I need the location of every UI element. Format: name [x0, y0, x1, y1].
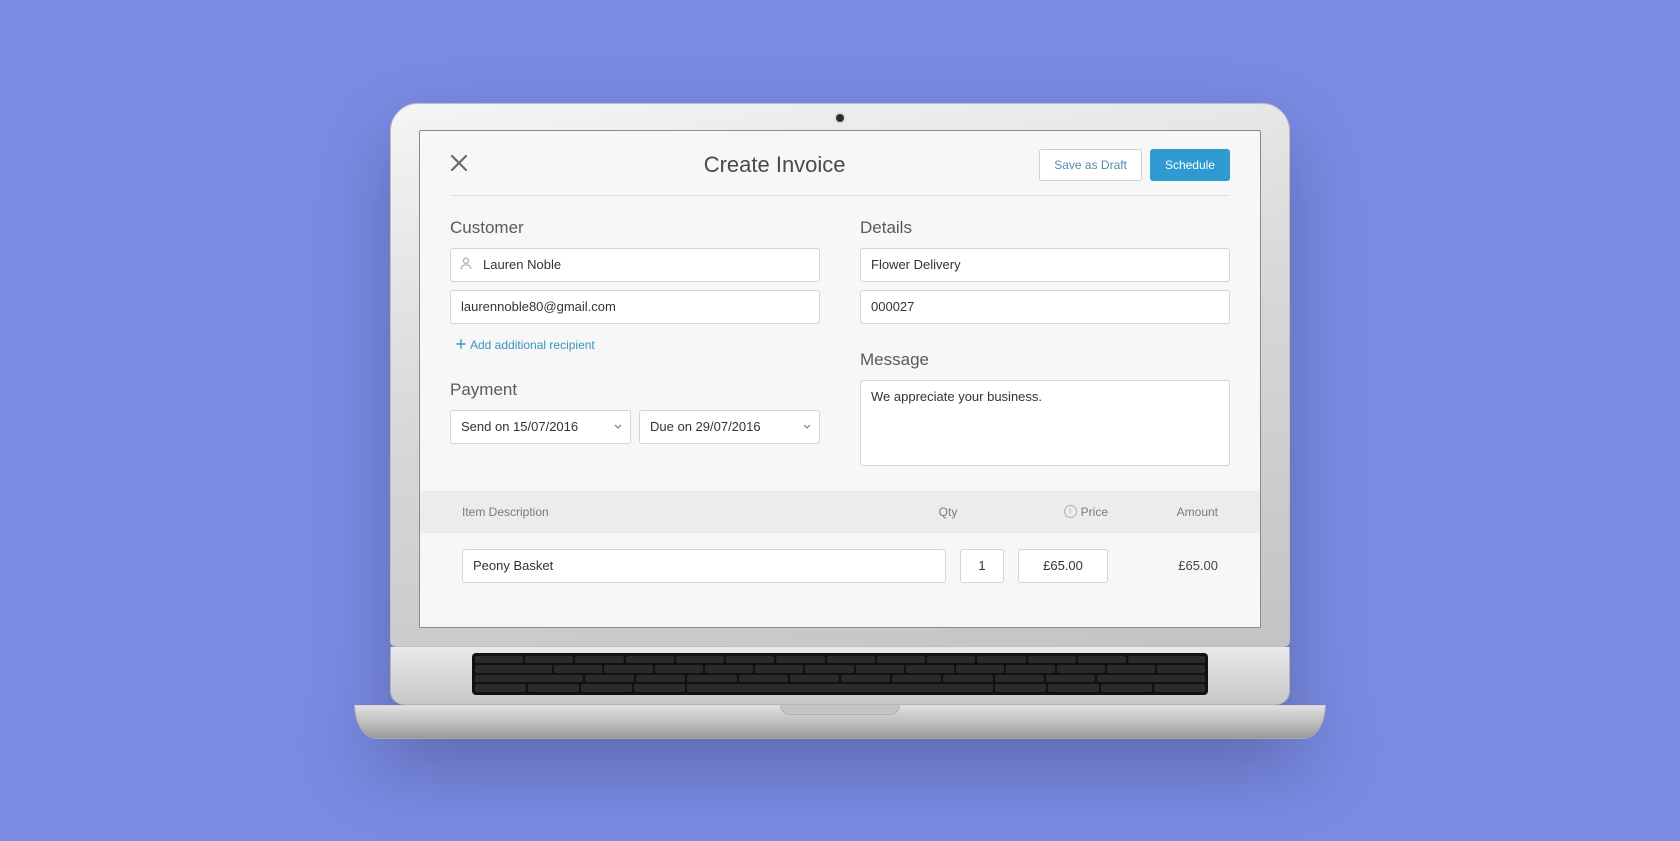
save-draft-button[interactable]: Save as Draft [1039, 149, 1142, 181]
person-icon [459, 256, 473, 273]
invoice-app: Create Invoice Save as Draft Schedule Cu… [420, 131, 1260, 627]
laptop-mockup: Create Invoice Save as Draft Schedule Cu… [390, 103, 1290, 739]
col-desc-label: Item Description [462, 505, 908, 519]
top-bar: Create Invoice Save as Draft Schedule [450, 149, 1230, 196]
send-date-select[interactable]: Send on 15/07/2016 [450, 410, 631, 444]
camera-dot [836, 114, 844, 122]
item-qty-input[interactable] [960, 549, 1004, 583]
col-amount-label: Amount [1108, 505, 1218, 519]
message-textarea[interactable] [860, 380, 1230, 466]
schedule-button[interactable]: Schedule [1150, 149, 1230, 181]
payment-heading: Payment [450, 380, 820, 400]
item-price-input[interactable] [1018, 549, 1108, 583]
line-item-row: £65.00 [420, 533, 1260, 599]
invoice-description-input[interactable] [860, 248, 1230, 282]
item-amount-value: £65.00 [1122, 558, 1218, 573]
line-items-panel: Item Description Qty i Price Amount £65.… [420, 491, 1260, 599]
invoice-number-input[interactable] [860, 290, 1230, 324]
add-recipient-label: Add additional recipient [470, 338, 595, 352]
page-title: Create Invoice [704, 152, 846, 178]
details-heading: Details [860, 218, 1230, 238]
close-icon[interactable] [450, 160, 468, 175]
col-price-label: i Price [988, 505, 1108, 519]
info-icon: i [1064, 505, 1077, 518]
line-items-header: Item Description Qty i Price Amount [420, 491, 1260, 533]
message-heading: Message [860, 350, 1230, 370]
customer-email-input[interactable] [450, 290, 820, 324]
col-qty-label: Qty [908, 505, 988, 519]
customer-heading: Customer [450, 218, 820, 238]
due-date-select[interactable]: Due on 29/07/2016 [639, 410, 820, 444]
plus-icon [456, 338, 466, 352]
keyboard [472, 653, 1208, 695]
customer-name-input[interactable] [450, 248, 820, 282]
add-recipient-link[interactable]: Add additional recipient [450, 336, 601, 354]
item-description-input[interactable] [462, 549, 946, 583]
